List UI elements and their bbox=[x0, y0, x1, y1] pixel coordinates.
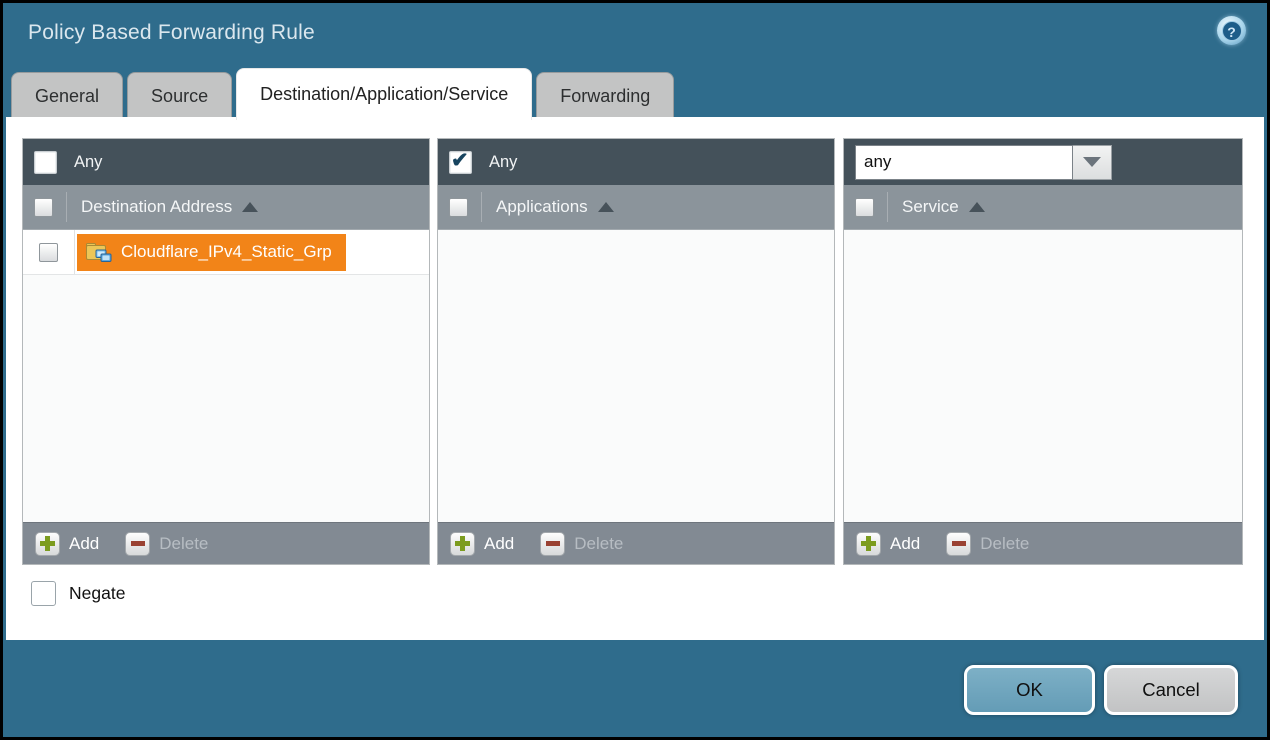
negate-checkbox[interactable] bbox=[31, 581, 56, 606]
dialog-title: Policy Based Forwarding Rule bbox=[28, 21, 315, 45]
service-footer: Add Delete bbox=[844, 522, 1242, 564]
dropdown-button[interactable] bbox=[1073, 145, 1112, 180]
applications-column-header: Applications bbox=[438, 185, 834, 230]
service-column-header: Service bbox=[844, 185, 1242, 230]
applications-sort-header[interactable]: Applications bbox=[496, 197, 614, 217]
negate-option: Negate bbox=[31, 581, 125, 606]
applications-delete-button[interactable]: Delete bbox=[540, 532, 623, 556]
applications-footer: Add Delete bbox=[438, 522, 834, 564]
address-group-icon bbox=[85, 242, 112, 263]
delete-minus-icon bbox=[125, 532, 150, 556]
destination-add-button[interactable]: Add bbox=[35, 532, 99, 556]
destination-list: Cloudflare_IPv4_Static_Grp bbox=[23, 230, 429, 522]
applications-any-label: Any bbox=[489, 153, 517, 172]
table-row: Cloudflare_IPv4_Static_Grp bbox=[23, 230, 429, 275]
tab-destination-application-service[interactable]: Destination/Application/Service bbox=[236, 68, 532, 120]
sort-ascending-icon bbox=[969, 202, 985, 212]
tab-forwarding[interactable]: Forwarding bbox=[536, 72, 674, 120]
add-plus-icon bbox=[35, 532, 60, 556]
destination-address-panel: Any Destination Address bbox=[22, 138, 430, 565]
tab-bar: General Source Destination/Application/S… bbox=[11, 68, 678, 120]
chevron-down-icon bbox=[1083, 157, 1101, 167]
sort-ascending-icon bbox=[242, 202, 258, 212]
delete-minus-icon bbox=[946, 532, 971, 556]
service-select-all-checkbox[interactable] bbox=[855, 198, 874, 217]
applications-any-checkbox[interactable] bbox=[449, 151, 472, 174]
applications-add-button[interactable]: Add bbox=[450, 532, 514, 556]
applications-select-all-checkbox[interactable] bbox=[449, 198, 468, 217]
service-sort-header[interactable]: Service bbox=[902, 197, 985, 217]
delete-minus-icon bbox=[540, 532, 565, 556]
service-mode-value: any bbox=[855, 145, 1073, 180]
sort-ascending-icon bbox=[598, 202, 614, 212]
destination-select-all-checkbox[interactable] bbox=[34, 198, 53, 217]
tab-source[interactable]: Source bbox=[127, 72, 232, 120]
negate-label: Negate bbox=[69, 583, 125, 604]
applications-panel: Any Applications Add bbox=[437, 138, 835, 565]
service-delete-button[interactable]: Delete bbox=[946, 532, 1029, 556]
policy-based-forwarding-dialog: Policy Based Forwarding Rule ? General S… bbox=[0, 0, 1270, 740]
destination-sort-header[interactable]: Destination Address bbox=[81, 197, 258, 217]
service-panel: any Service bbox=[843, 138, 1243, 565]
service-add-button[interactable]: Add bbox=[856, 532, 920, 556]
ok-button[interactable]: OK bbox=[964, 665, 1095, 715]
address-group-name: Cloudflare_IPv4_Static_Grp bbox=[121, 242, 332, 262]
service-list bbox=[844, 230, 1242, 522]
row-checkbox[interactable] bbox=[39, 243, 58, 262]
destination-delete-button[interactable]: Delete bbox=[125, 532, 208, 556]
title-bar: Policy Based Forwarding Rule ? bbox=[6, 3, 1264, 65]
service-mode-bar: any bbox=[844, 139, 1242, 185]
add-plus-icon bbox=[856, 532, 881, 556]
help-icon[interactable]: ? bbox=[1217, 16, 1246, 45]
destination-any-bar: Any bbox=[23, 139, 429, 185]
destination-column-header: Destination Address bbox=[23, 185, 429, 230]
applications-list bbox=[438, 230, 834, 522]
destination-any-checkbox[interactable] bbox=[34, 151, 57, 174]
address-group-item[interactable]: Cloudflare_IPv4_Static_Grp bbox=[77, 234, 346, 271]
tab-general[interactable]: General bbox=[11, 72, 123, 120]
service-mode-dropdown[interactable]: any bbox=[855, 145, 1112, 180]
add-plus-icon bbox=[450, 532, 475, 556]
tab-content: Any Destination Address bbox=[6, 117, 1264, 640]
cancel-button[interactable]: Cancel bbox=[1104, 665, 1238, 715]
destination-footer: Add Delete bbox=[23, 522, 429, 564]
applications-any-bar: Any bbox=[438, 139, 834, 185]
destination-any-label: Any bbox=[74, 153, 102, 172]
